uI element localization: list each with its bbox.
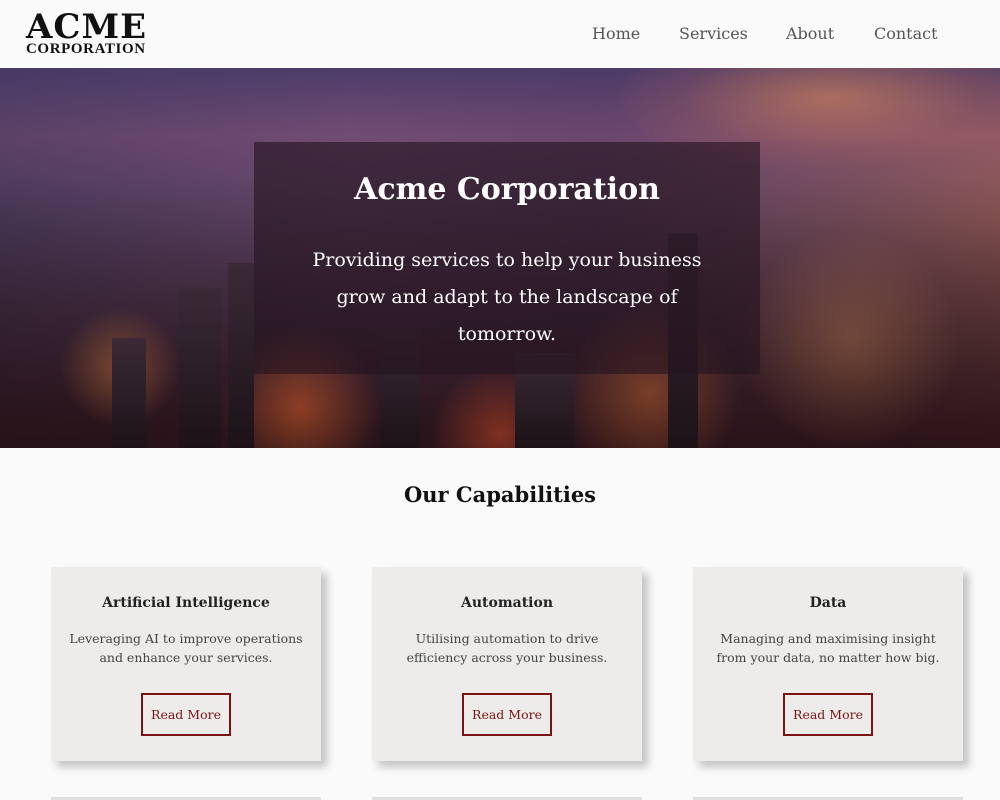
site-header: ACME CORPORATION Home Services About Con… — [0, 0, 1000, 68]
capability-card-automation: Automation Utilising automation to drive… — [372, 567, 642, 761]
hero-building — [178, 288, 222, 448]
nav-link-services[interactable]: Services — [679, 24, 748, 43]
card-title: Artificial Intelligence — [102, 595, 270, 611]
main-nav: Home Services About Contact — [0, 24, 1000, 46]
capability-card-ai: Artificial Intelligence Leveraging AI to… — [51, 567, 321, 761]
card-description: Managing and maximising insight from you… — [716, 631, 940, 665]
read-more-button[interactable]: Read More — [141, 693, 231, 736]
card-title: Data — [809, 595, 847, 611]
read-more-button[interactable]: Read More — [783, 693, 873, 736]
hero-building — [112, 338, 146, 448]
hero-title: Acme Corporation — [354, 172, 660, 207]
card-description: Leveraging AI to improve operations and … — [69, 631, 303, 665]
hero-banner: Acme Corporation Providing services to h… — [0, 68, 1000, 448]
hero-tagline: Providing services to help your business… — [312, 249, 702, 345]
capability-card-data: Data Managing and maximising insight fro… — [693, 567, 963, 761]
nav-link-home[interactable]: Home — [592, 24, 640, 43]
hero-building — [228, 263, 254, 448]
nav-link-about[interactable]: About — [786, 24, 834, 43]
card-description: Utilising automation to drive efficiency… — [406, 631, 608, 665]
nav-link-contact[interactable]: Contact — [874, 24, 938, 43]
capabilities-title: Our Capabilities — [403, 482, 597, 507]
read-more-button[interactable]: Read More — [462, 693, 552, 736]
card-title: Automation — [460, 595, 554, 611]
hero-text-panel: Acme Corporation Providing services to h… — [254, 142, 760, 374]
